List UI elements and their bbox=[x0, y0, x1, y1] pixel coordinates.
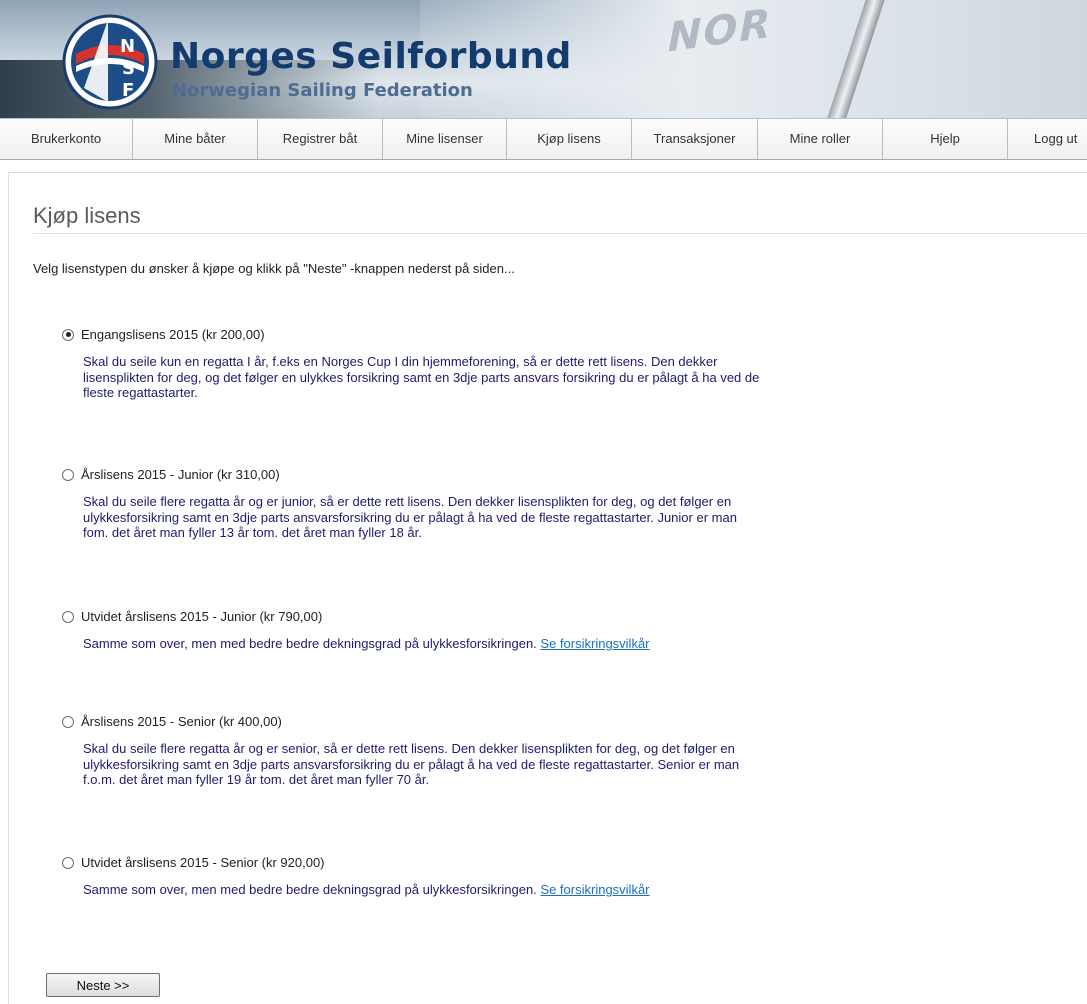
license-option-utvidet-senior: Utvidet årslisens 2015 - Senior (kr 920,… bbox=[62, 855, 882, 898]
description-text: Samme som over, men med bedre bedre dekn… bbox=[83, 882, 537, 897]
header-banner: NOR N S F Norges Seilforbund Norwegian S… bbox=[0, 0, 1087, 118]
intro-text: Velg lisenstypen du ønsker å kjøpe og kl… bbox=[33, 261, 515, 276]
nav-item-hjelp[interactable]: Hjelp bbox=[883, 119, 1008, 159]
svg-text:N: N bbox=[120, 36, 135, 57]
radio-engangslisens[interactable] bbox=[62, 328, 74, 341]
option-description: Samme som over, men med bedre bedre dekn… bbox=[83, 882, 882, 898]
brand-title: Norges Seilforbund bbox=[170, 36, 572, 77]
option-description: Skal du seile flere regatta år og er sen… bbox=[83, 741, 882, 788]
option-description: Skal du seile kun en regatta I år, f.eks… bbox=[83, 354, 882, 401]
nav-item-logg-ut[interactable]: Logg ut bbox=[1008, 119, 1087, 159]
svg-text:S: S bbox=[122, 58, 135, 79]
nav-item-mine-lisenser[interactable]: Mine lisenser bbox=[383, 119, 507, 159]
description-line: f.o.m. det året man fyller 19 år tom. de… bbox=[83, 772, 430, 787]
nav-item-transaksjoner[interactable]: Transaksjoner bbox=[632, 119, 758, 159]
description-line: lisensplikten for deg, og det følger en … bbox=[83, 369, 760, 385]
next-button[interactable]: Neste >> bbox=[46, 973, 160, 997]
nav-item-brukerkonto[interactable]: Brukerkonto bbox=[0, 119, 133, 159]
nav-item-kjop-lisens[interactable]: Kjøp lisens bbox=[507, 119, 632, 159]
nav-item-mine-roller[interactable]: Mine roller bbox=[758, 119, 883, 159]
description-line: ulykkesforsikring samt en 3dje parts ans… bbox=[83, 756, 740, 772]
license-option-engangslisens: Engangslisens 2015 (kr 200,00) Skal du s… bbox=[62, 327, 882, 401]
option-label[interactable]: Årslisens 2015 - Senior (kr 400,00) bbox=[81, 714, 282, 729]
option-label[interactable]: Utvidet årslisens 2015 - Senior (kr 920,… bbox=[81, 855, 325, 870]
option-description: Samme som over, men med bedre bedre dekn… bbox=[83, 636, 882, 652]
nav-item-registrer-bat[interactable]: Registrer båt bbox=[258, 119, 383, 159]
radio-utvidet-junior[interactable] bbox=[62, 610, 74, 623]
license-option-utvidet-junior: Utvidet årslisens 2015 - Junior (kr 790,… bbox=[62, 609, 882, 652]
nav-item-mine-bater[interactable]: Mine båter bbox=[133, 119, 258, 159]
nsf-logo-icon: N S F bbox=[62, 14, 158, 110]
main-content: Kjøp lisens Velg lisenstypen du ønsker å… bbox=[8, 172, 1087, 1004]
description-line: Skal du seile flere regatta år og er jun… bbox=[83, 494, 732, 509]
option-description: Skal du seile flere regatta år og er jun… bbox=[83, 494, 882, 541]
main-nav: Brukerkonto Mine båter Registrer båt Min… bbox=[0, 118, 1087, 160]
description-line: fom. det året man fyller 13 år tom. det … bbox=[83, 525, 422, 540]
description-line: fleste regattastarter. bbox=[83, 385, 198, 400]
description-text: Samme som over, men med bedre bedre dekn… bbox=[83, 636, 537, 651]
option-label[interactable]: Utvidet årslisens 2015 - Junior (kr 790,… bbox=[81, 609, 322, 624]
radio-arslisens-junior[interactable] bbox=[62, 468, 74, 481]
description-line: ulykkesforsikring samt en 3dje parts ans… bbox=[83, 509, 737, 525]
brand-subtitle: Norwegian Sailing Federation bbox=[172, 80, 473, 101]
terms-link[interactable]: Se forsikringsvilkår bbox=[540, 882, 649, 897]
radio-utvidet-senior[interactable] bbox=[62, 856, 74, 869]
radio-arslisens-senior[interactable] bbox=[62, 715, 74, 728]
description-line: Skal du seile flere regatta år og er sen… bbox=[83, 741, 735, 756]
option-label[interactable]: Årslisens 2015 - Junior (kr 310,00) bbox=[81, 467, 280, 482]
page-title: Kjøp lisens bbox=[33, 203, 141, 228]
option-label[interactable]: Engangslisens 2015 (kr 200,00) bbox=[81, 327, 265, 342]
svg-text:F: F bbox=[122, 80, 134, 101]
description-line: Skal du seile kun en regatta I år, f.eks… bbox=[83, 354, 718, 369]
license-option-arslisens-junior: Årslisens 2015 - Junior (kr 310,00) Skal… bbox=[62, 467, 882, 541]
title-divider bbox=[33, 233, 1087, 234]
terms-link[interactable]: Se forsikringsvilkår bbox=[540, 636, 649, 651]
license-option-arslisens-senior: Årslisens 2015 - Senior (kr 400,00) Skal… bbox=[62, 714, 882, 788]
